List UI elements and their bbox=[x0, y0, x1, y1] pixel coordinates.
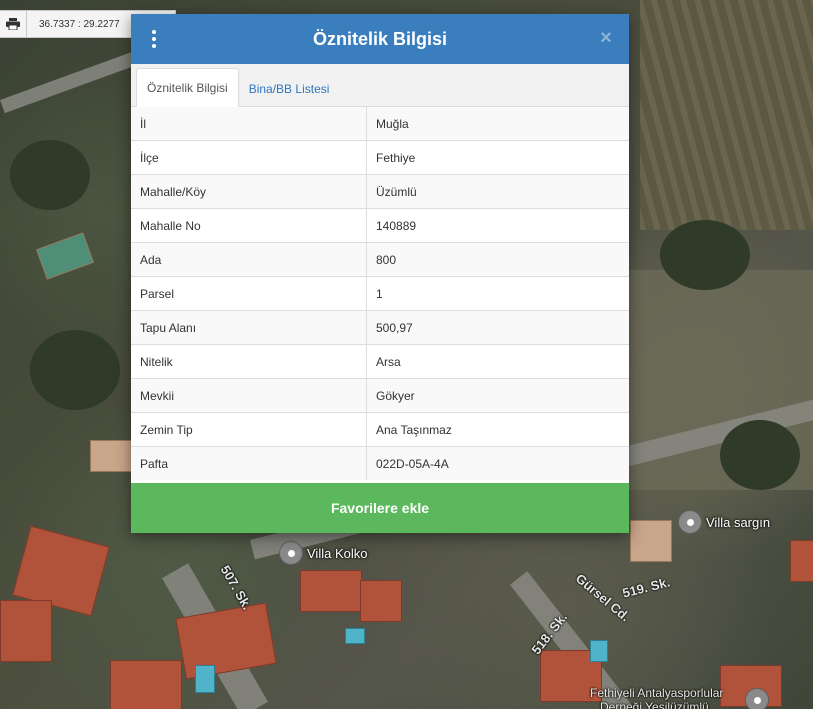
row-key: Parsel bbox=[131, 276, 367, 311]
row-value: Gökyer bbox=[366, 378, 629, 413]
road-label-519: 519. Sk. bbox=[620, 574, 672, 601]
row-value: Ana Taşınmaz bbox=[366, 412, 629, 447]
row-key: Pafta bbox=[131, 446, 367, 480]
table-row: Mahalle/Köy Üzümlü bbox=[131, 174, 629, 209]
row-value: 140889 bbox=[366, 208, 629, 243]
map-pool bbox=[195, 665, 215, 693]
map-building bbox=[36, 232, 94, 280]
row-value: Fethiye bbox=[366, 140, 629, 175]
table-row: Zemin Tip Ana Taşınmaz bbox=[131, 412, 629, 447]
map-building bbox=[360, 580, 402, 622]
map-building bbox=[790, 540, 813, 582]
map-pool bbox=[590, 640, 608, 662]
row-value: Arsa bbox=[366, 344, 629, 379]
poi-label: Villa Kolko bbox=[307, 545, 368, 561]
table-row: Mevkii Gökyer bbox=[131, 378, 629, 413]
table-row: Parsel 1 bbox=[131, 276, 629, 311]
row-key: Mahalle/Köy bbox=[131, 174, 367, 209]
map-tree bbox=[660, 220, 750, 290]
road-label-507: 507. Sk. bbox=[217, 562, 255, 613]
table-row: Nitelik Arsa bbox=[131, 344, 629, 379]
map-pin-icon bbox=[745, 688, 769, 709]
row-value: 500,97 bbox=[366, 310, 629, 345]
dialog-tabs: Öznitelik Bilgisi Bina/BB Listesi bbox=[131, 64, 629, 107]
dialog-title: Öznitelik Bilgisi bbox=[312, 28, 448, 49]
row-key: İl bbox=[131, 107, 367, 141]
kebab-menu-icon[interactable] bbox=[149, 30, 159, 48]
map-road bbox=[0, 52, 137, 114]
row-key: Nitelik bbox=[131, 344, 367, 379]
row-key: Zemin Tip bbox=[131, 412, 367, 447]
row-value: 022D-05A-4A bbox=[366, 446, 629, 480]
poi-label-fethiyeli: Fethiyeli Antalyasporlular bbox=[590, 686, 724, 700]
row-value: 1 bbox=[366, 276, 629, 311]
row-value: Muğla bbox=[366, 107, 629, 141]
map-building bbox=[90, 440, 132, 472]
poi-label-dernegi: Derneği Yeşilüzümlü bbox=[600, 700, 709, 709]
row-key: Ada bbox=[131, 242, 367, 277]
map-tree bbox=[30, 330, 120, 410]
print-icon bbox=[6, 18, 20, 30]
row-value: Üzümlü bbox=[366, 174, 629, 209]
map-pin-icon bbox=[279, 541, 303, 565]
map-building bbox=[300, 570, 362, 612]
attribute-info-dialog: Öznitelik Bilgisi × Öznitelik Bilgisi Bi… bbox=[131, 14, 629, 533]
poi-label: Villa sargın bbox=[706, 514, 771, 530]
row-key: İlçe bbox=[131, 140, 367, 175]
table-row: Pafta 022D-05A-4A bbox=[131, 446, 629, 480]
print-button[interactable] bbox=[0, 11, 27, 37]
map-pool bbox=[345, 628, 365, 644]
poi-fethiyeli-pin[interactable] bbox=[745, 688, 769, 709]
map-building bbox=[630, 520, 672, 562]
table-row: Mahalle No 140889 bbox=[131, 208, 629, 243]
table-row: Tapu Alanı 500,97 bbox=[131, 310, 629, 345]
row-value: 800 bbox=[366, 242, 629, 277]
table-row: İlçe Fethiye bbox=[131, 140, 629, 175]
map-building bbox=[110, 660, 182, 709]
attribute-table: İl Muğla İlçe Fethiye Mahalle/Köy Üzümlü Ma… bbox=[131, 107, 629, 480]
row-key: Tapu Alanı bbox=[131, 310, 367, 345]
dialog-header: Öznitelik Bilgisi × bbox=[131, 14, 629, 64]
map-tree bbox=[10, 140, 90, 210]
close-button[interactable]: × bbox=[597, 28, 615, 48]
map-field-area bbox=[640, 0, 813, 230]
tab-attribute-info[interactable]: Öznitelik Bilgisi bbox=[136, 68, 239, 107]
row-key: Mevkii bbox=[131, 378, 367, 413]
add-to-favorites-button[interactable]: Favorilere ekle bbox=[131, 483, 629, 533]
table-row: İl Muğla bbox=[131, 107, 629, 141]
poi-villa-sargin[interactable]: Villa sargın bbox=[678, 510, 770, 534]
map-building bbox=[0, 600, 52, 662]
map-pin-icon bbox=[678, 510, 702, 534]
row-key: Mahalle No bbox=[131, 208, 367, 243]
tab-building-list[interactable]: Bina/BB Listesi bbox=[239, 70, 340, 107]
table-row: Ada 800 bbox=[131, 242, 629, 277]
poi-villa-kolko[interactable]: Villa Kolko bbox=[279, 541, 367, 565]
map-tree bbox=[720, 420, 800, 490]
